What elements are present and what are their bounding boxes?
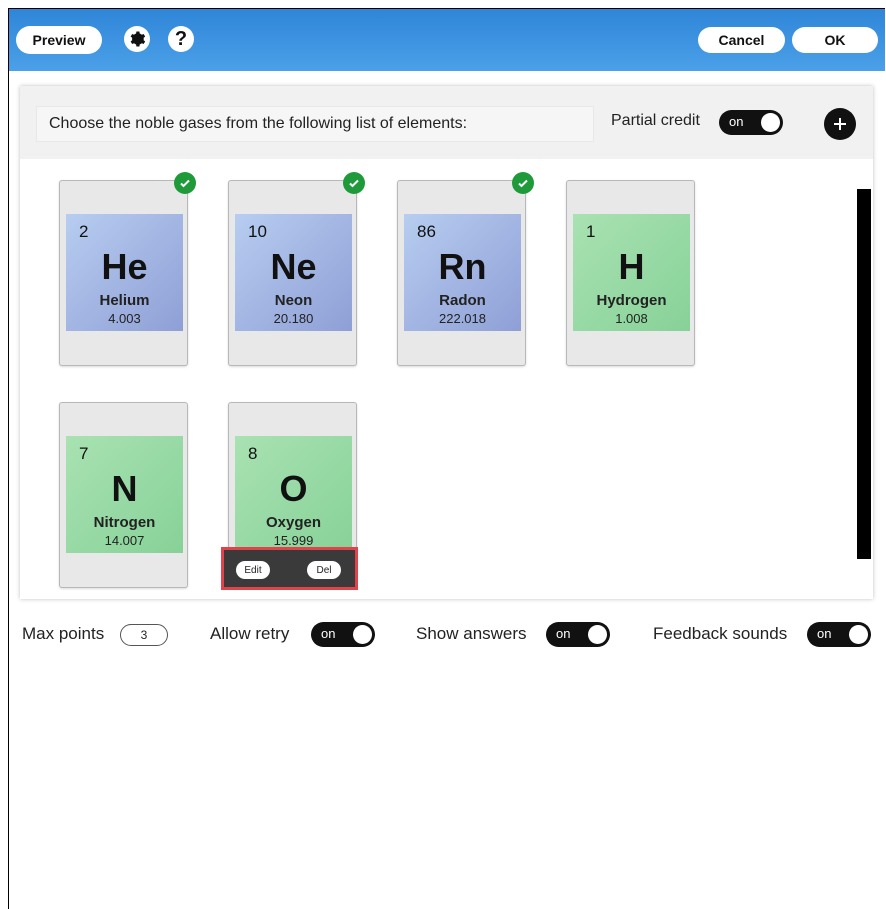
element-symbol: He: [101, 246, 148, 287]
element-name: Oxygen: [265, 514, 322, 531]
cancel-button[interactable]: Cancel: [698, 27, 785, 53]
atomic-mass: 1.008: [615, 311, 648, 326]
correct-check-icon: [512, 172, 534, 194]
atomic-mass: 4.003: [108, 311, 141, 326]
max-points-input[interactable]: 3: [120, 624, 168, 646]
toggle-state-text: on: [729, 114, 744, 129]
atomic-number: 7: [79, 444, 89, 463]
element-card-helium[interactable]: 2 He Helium 4.003: [59, 172, 196, 366]
partial-credit-toggle[interactable]: on: [719, 110, 783, 135]
toggle-knob: [849, 625, 868, 644]
toggle-knob: [588, 625, 607, 644]
atomic-number: 1: [586, 222, 596, 241]
element-symbol: O: [279, 468, 308, 509]
show-answers-toggle[interactable]: on: [546, 622, 610, 647]
element-tile: 7 N Nitrogen 14.007: [66, 436, 183, 553]
correct-check-icon: [343, 172, 365, 194]
toggle-state-text: on: [556, 626, 571, 641]
allow-retry-label: Allow retry: [210, 624, 290, 643]
element-tile: 2 He Helium 4.003: [66, 214, 183, 331]
element-name: Neon: [274, 292, 313, 309]
atomic-mass: 14.007: [104, 533, 145, 548]
plus-icon: [834, 118, 846, 130]
element-card-neon[interactable]: 10 Ne Neon 20.180: [228, 172, 365, 366]
max-points-value: 3: [140, 628, 148, 642]
element-tile: 10 Ne Neon 20.180: [235, 214, 352, 331]
element-tile: 86 Rn Radon 222.018: [404, 214, 521, 331]
help-icon: ?: [174, 27, 188, 50]
toggle-knob: [353, 625, 372, 644]
element-name: Hydrogen: [596, 292, 667, 309]
element-tile: 1 H Hydrogen 1.008: [573, 214, 690, 331]
feedback-sounds-toggle[interactable]: on: [807, 622, 871, 647]
element-card-hydrogen[interactable]: 1 H Hydrogen 1.008: [566, 180, 695, 366]
feedback-sounds-label: Feedback sounds: [653, 624, 788, 643]
element-symbol: H: [618, 246, 645, 287]
element-name: Nitrogen: [93, 514, 156, 531]
prompt-row: Choose the noble gases from the followin…: [20, 86, 873, 159]
partial-credit-label: Partial credit: [611, 112, 700, 129]
toggle-state-text: on: [817, 626, 832, 641]
max-points-label: Max points: [22, 624, 105, 643]
atomic-mass: 222.018: [439, 311, 486, 326]
element-card-nitrogen[interactable]: 7 N Nitrogen 14.007: [59, 402, 188, 588]
question-prompt-text: Choose the noble gases from the followin…: [49, 115, 468, 132]
atomic-number: 2: [79, 222, 89, 241]
element-tile: 8 O Oxygen 15.999: [235, 436, 352, 553]
gear-icon: [130, 31, 146, 47]
atomic-mass: 15.999: [273, 533, 314, 548]
edit-button[interactable]: Edit: [236, 561, 270, 579]
atomic-number: 8: [248, 444, 258, 463]
element-name: Helium: [99, 292, 150, 309]
question-prompt-field[interactable]: Choose the noble gases from the followin…: [36, 106, 594, 142]
atomic-number: 86: [417, 222, 436, 241]
atomic-mass: 20.180: [273, 311, 314, 326]
element-symbol: Rn: [438, 246, 487, 287]
show-answers-label: Show answers: [416, 624, 527, 643]
preview-button[interactable]: Preview: [16, 26, 102, 54]
atomic-number: 10: [248, 222, 267, 241]
delete-button[interactable]: Del: [307, 561, 341, 579]
scrollbar[interactable]: [857, 189, 871, 559]
element-symbol: N: [111, 468, 138, 509]
toggle-knob: [761, 113, 780, 132]
ok-button[interactable]: OK: [792, 27, 878, 53]
help-button[interactable]: ?: [168, 26, 194, 52]
element-card-radon[interactable]: 86 Rn Radon 222.018: [397, 172, 534, 366]
element-symbol: Ne: [270, 246, 317, 287]
element-name: Radon: [439, 292, 486, 309]
item-action-bar: Edit Del: [221, 547, 358, 590]
correct-check-icon: [174, 172, 196, 194]
toggle-state-text: on: [321, 626, 336, 641]
settings-button[interactable]: [124, 26, 150, 52]
allow-retry-toggle[interactable]: on: [311, 622, 375, 647]
add-element-button[interactable]: [824, 108, 856, 140]
